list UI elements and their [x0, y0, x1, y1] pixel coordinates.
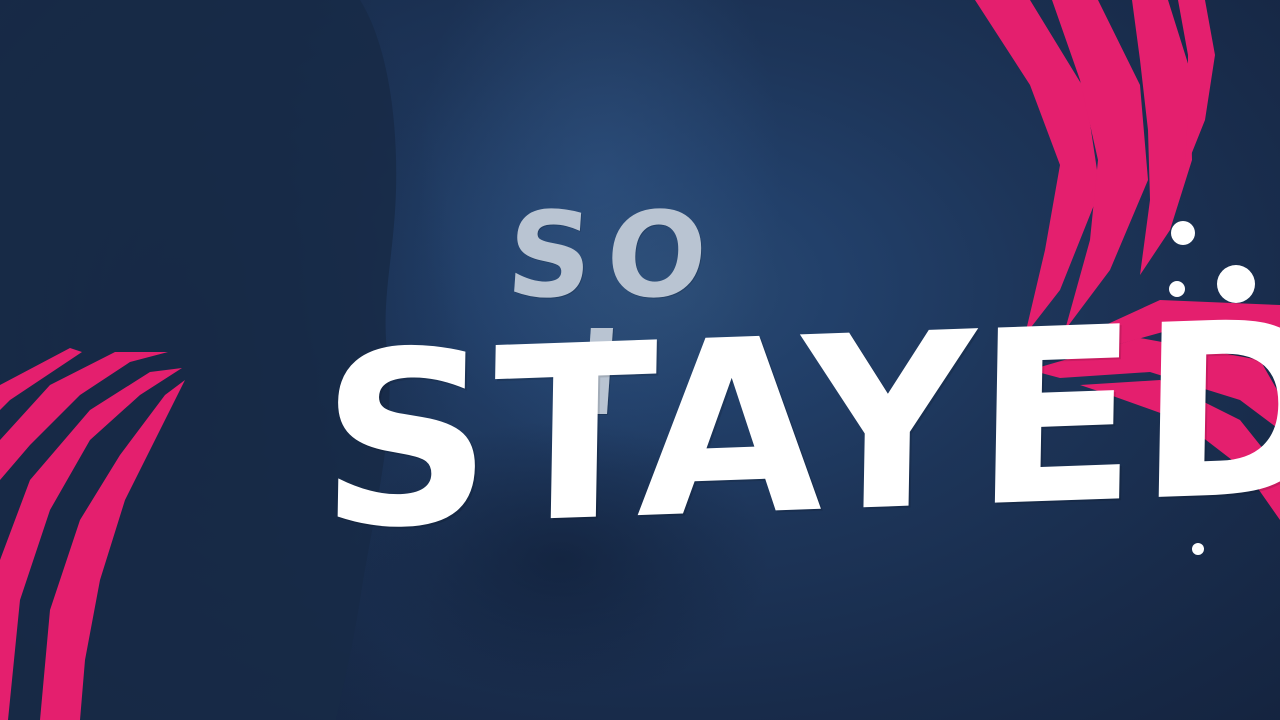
- lyric-line-2: STAYED: [317, 267, 1280, 584]
- video-frame: SO I STAYED: [0, 0, 1280, 720]
- dot: [1171, 221, 1195, 245]
- stripes-left: [0, 348, 185, 720]
